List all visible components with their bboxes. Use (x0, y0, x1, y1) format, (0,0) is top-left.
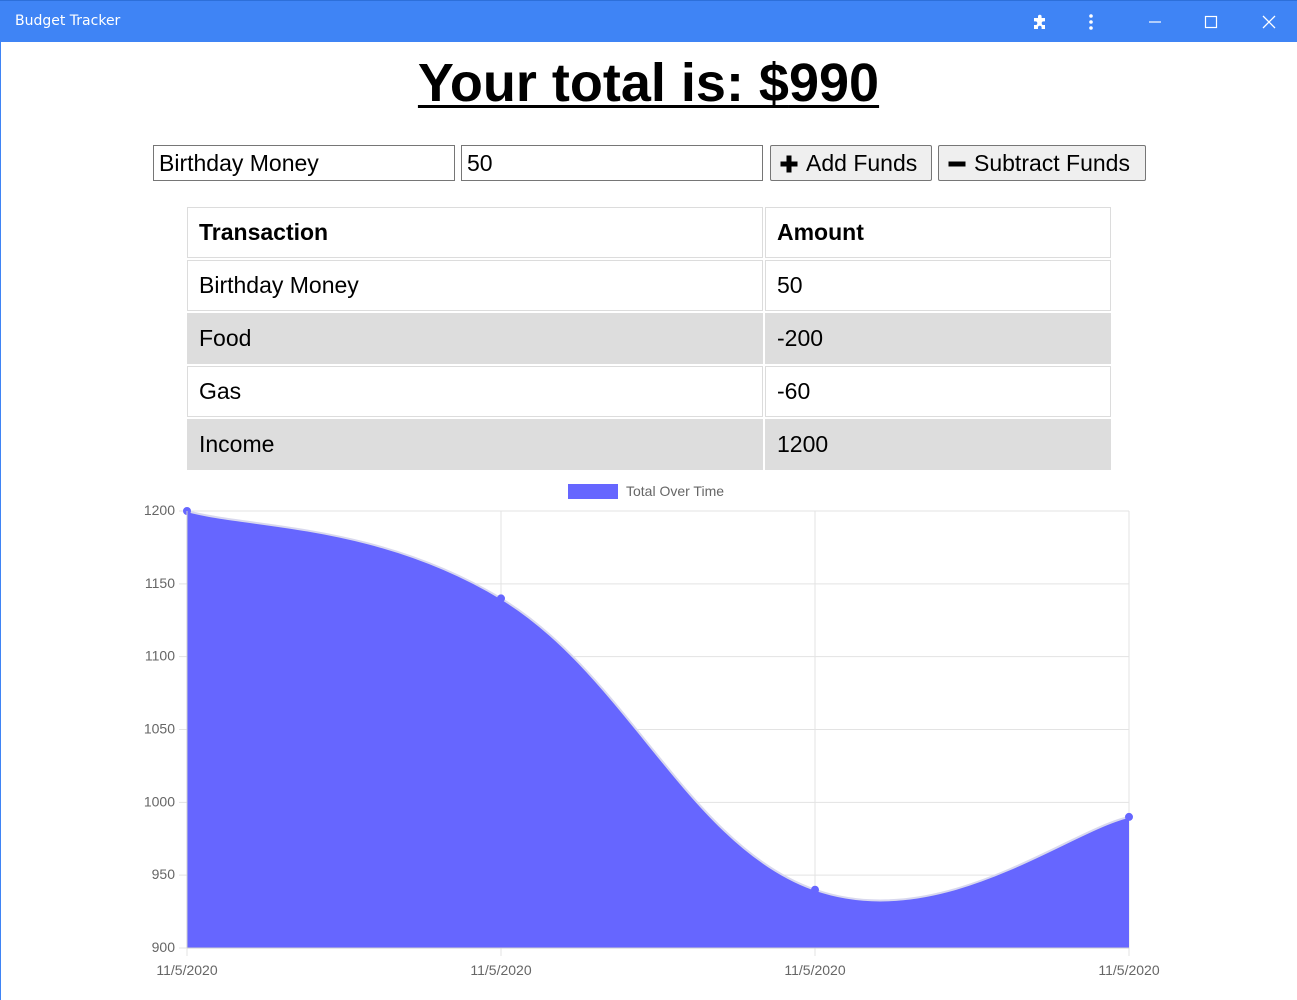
y-tick-label: 1100 (145, 648, 175, 664)
title-bar: Budget Tracker (0, 0, 1297, 42)
data-point (1125, 812, 1133, 821)
table-row: Birthday Money 50 (187, 260, 1111, 311)
y-tick-label: 900 (152, 939, 176, 955)
row-amount: 1200 (765, 419, 1111, 470)
y-tick-label: 1200 (144, 502, 175, 518)
transaction-amount-input[interactable] (461, 145, 763, 181)
total-over-time-chart: 900 950 1000 1050 1100 1150 1200 11/5/2020 11/5/… (0, 475, 1297, 1000)
row-name: Income (187, 419, 763, 470)
add-funds-label: Add Funds (806, 149, 918, 176)
x-tick-label: 11/5/2020 (156, 962, 217, 978)
row-name: Food (187, 313, 763, 364)
table-row: Income 1200 (187, 419, 1111, 470)
transactions-table: Transaction Amount Birthday Money 50 Foo… (185, 205, 1113, 472)
row-amount: -200 (765, 313, 1111, 364)
x-tick-label: 11/5/2020 (784, 962, 845, 978)
kebab-menu-icon[interactable] (1074, 1, 1108, 43)
row-amount: -60 (765, 366, 1111, 417)
header-transaction: Transaction (187, 207, 763, 258)
data-point (811, 885, 819, 894)
total-label: Your total is: $ (417, 53, 789, 113)
y-tick-label: 1150 (145, 575, 175, 591)
table-row: Gas -60 (187, 366, 1111, 417)
y-tick-label: 1050 (144, 721, 175, 737)
x-tick-label: 11/5/2020 (470, 962, 531, 978)
transaction-name-input[interactable] (153, 145, 455, 181)
y-tick-label: 950 (152, 866, 176, 882)
total-value: 990 (788, 53, 880, 113)
table-row: Food -200 (187, 313, 1111, 364)
close-icon[interactable] (1246, 1, 1292, 43)
chart-svg: 900 950 1000 1050 1100 1150 1200 11/5/2020 11/5/… (144, 483, 1160, 978)
header-amount: Amount (765, 207, 1111, 258)
row-name: Birthday Money (187, 260, 763, 311)
legend-label: Total Over Time (626, 483, 724, 499)
x-tick-label: 11/5/2020 (1098, 962, 1159, 978)
minimize-icon[interactable] (1132, 1, 1178, 43)
subtract-funds-label: Subtract Funds (974, 149, 1130, 176)
subtract-funds-button[interactable]: Subtract Funds (938, 145, 1146, 181)
minus-icon (947, 153, 967, 173)
add-funds-button[interactable]: Add Funds (770, 145, 932, 181)
row-name: Gas (187, 366, 763, 417)
table-header-row: Transaction Amount (187, 207, 1111, 258)
plus-icon (779, 153, 799, 173)
y-tick-label: 1000 (144, 793, 175, 809)
window-title: Budget Tracker (15, 13, 121, 29)
puzzle-icon[interactable] (1022, 1, 1058, 43)
total-heading: Your total is: $990 (0, 52, 1297, 114)
data-point (497, 594, 505, 603)
legend-swatch (568, 484, 618, 499)
maximize-icon[interactable] (1188, 1, 1234, 43)
row-amount: 50 (765, 260, 1111, 311)
